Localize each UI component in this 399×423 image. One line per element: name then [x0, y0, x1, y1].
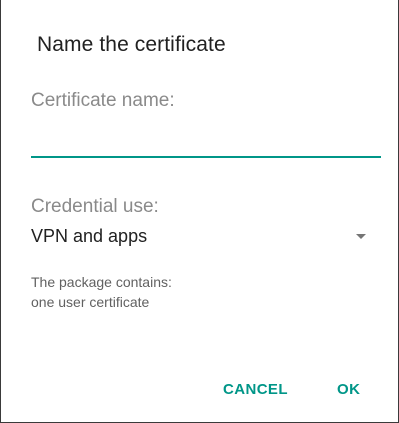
package-info: The package contains: one user certifica…	[31, 272, 172, 312]
credential-use-label: Credential use:	[31, 196, 159, 217]
ok-button[interactable]: OK	[337, 381, 360, 398]
certificate-name-label: Certificate name:	[31, 90, 175, 111]
dropdown-arrow-icon	[356, 234, 366, 239]
package-info-line2: one user certificate	[31, 294, 150, 310]
credential-use-selected: VPN and apps	[31, 226, 148, 246]
credential-use-dropdown[interactable]: VPN and apps	[31, 222, 366, 252]
package-info-line1: The package contains:	[31, 274, 172, 290]
dialog-title: Name the certificate	[37, 33, 226, 56]
dialog-actions: CANCEL OK	[1, 381, 399, 405]
certificate-name-input[interactable]	[31, 128, 381, 158]
certificate-dialog: Name the certificate Certificate name: C…	[0, 0, 399, 423]
cancel-button[interactable]: CANCEL	[223, 381, 288, 398]
